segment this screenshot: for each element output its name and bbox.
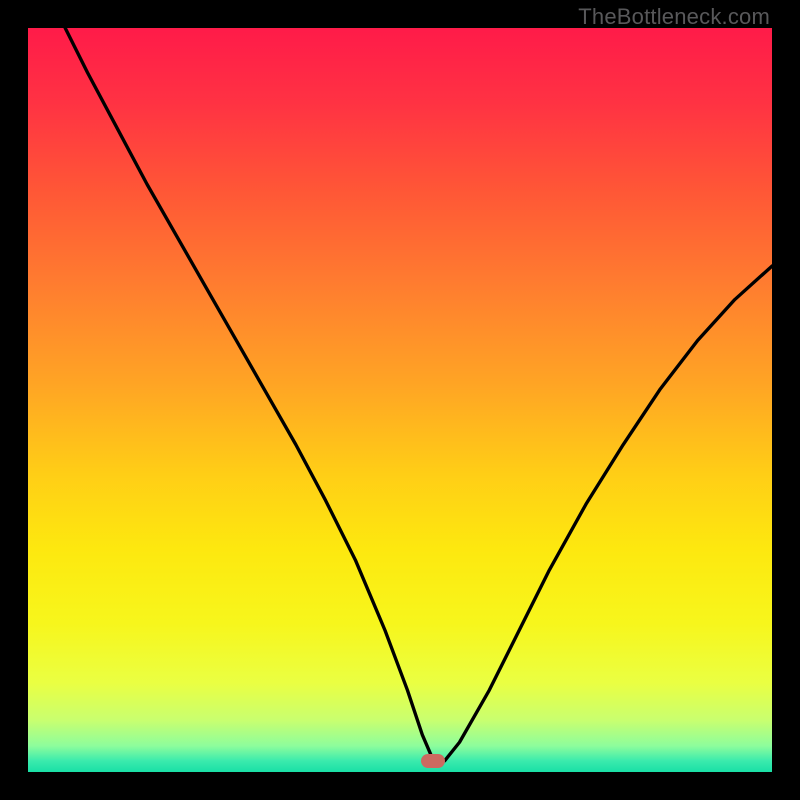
chart-frame: TheBottleneck.com xyxy=(0,0,800,800)
plot-area xyxy=(28,28,772,772)
optimal-point-marker xyxy=(421,754,445,768)
watermark-text: TheBottleneck.com xyxy=(578,4,770,30)
bottleneck-curve xyxy=(28,28,772,772)
